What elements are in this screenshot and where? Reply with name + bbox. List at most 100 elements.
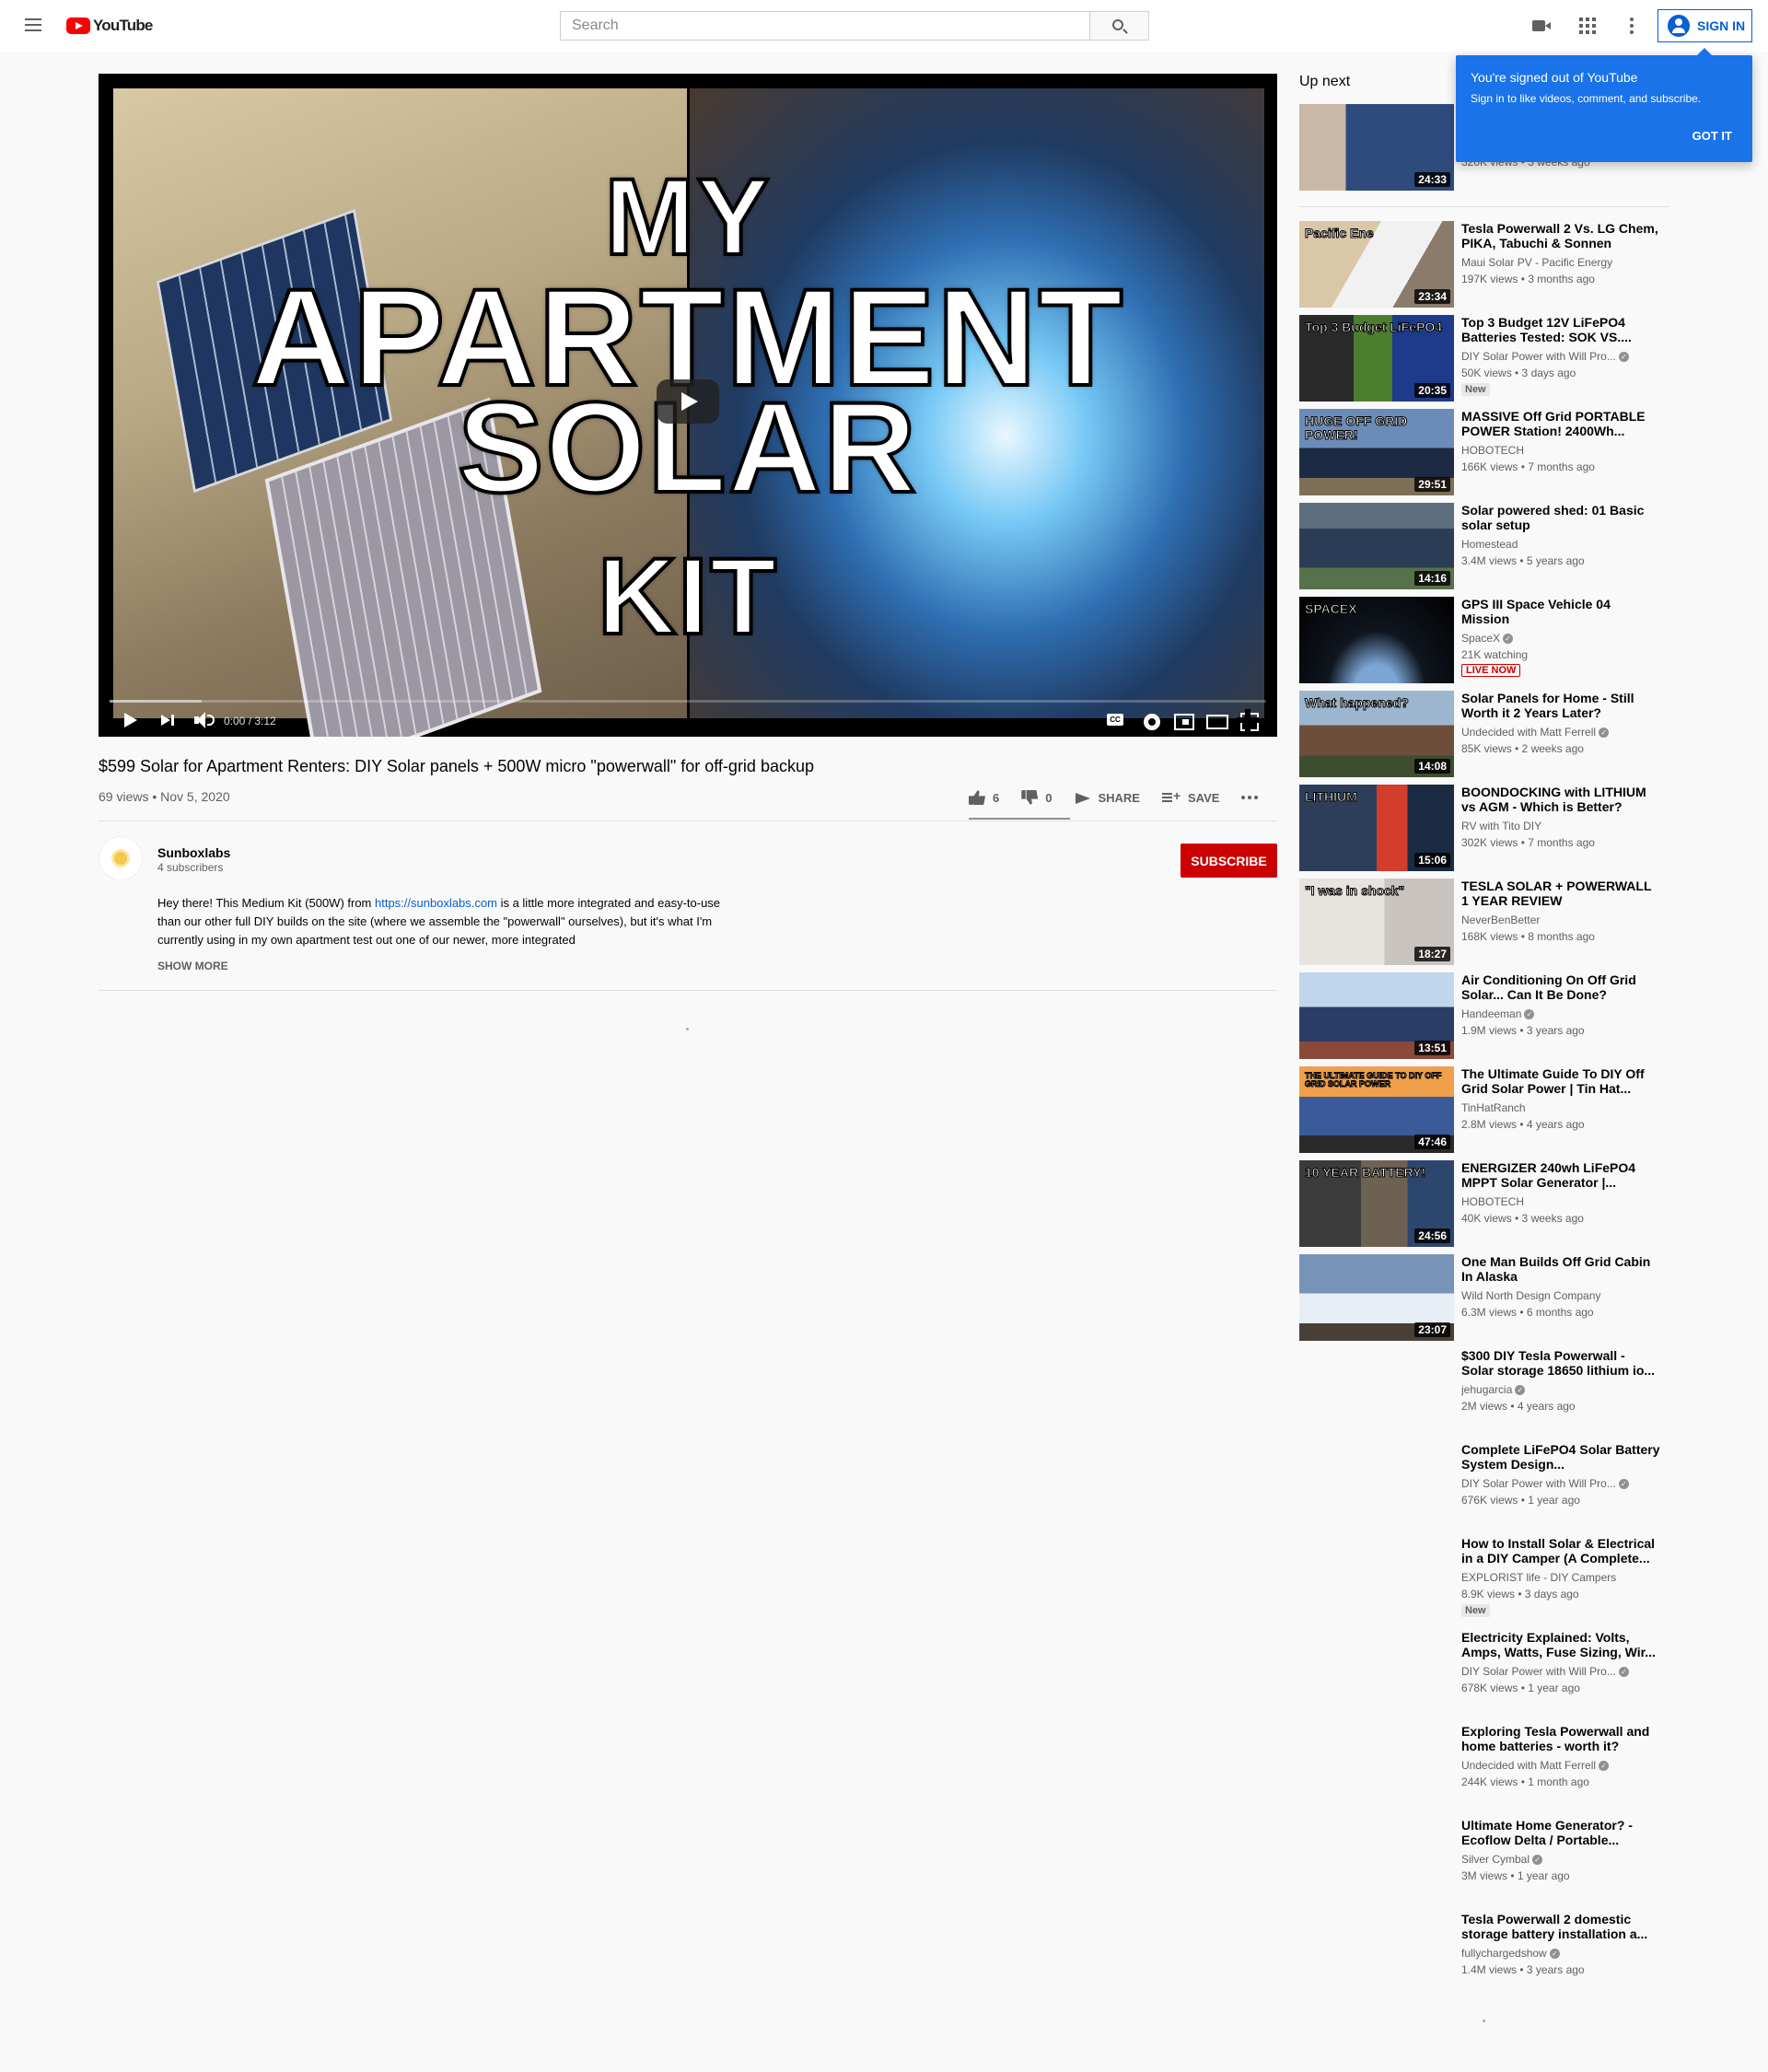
verified-icon: ✓: [1599, 728, 1610, 739]
recommended-video[interactable]: LITHIUM 15:06 BOONDOCKING with LITHIUM vs …: [1299, 785, 1669, 871]
recommended-video[interactable]: 14:16 Solar powered shed: 01 Basic solar …: [1299, 503, 1669, 589]
recommended-video[interactable]: Complete LiFePO4 Solar Battery System De…: [1299, 1442, 1669, 1529]
menu-icon[interactable]: [20, 15, 46, 37]
channel-label: DIY Solar Power with Will Pro...: [1461, 350, 1616, 363]
channel-label: HOBOTECH: [1461, 444, 1525, 457]
description-text-1: Hey there! This Medium Kit (500W) from: [157, 896, 375, 910]
channel-label: Handeeman: [1461, 1007, 1522, 1020]
channel-avatar[interactable]: [99, 836, 143, 880]
search-input[interactable]: [561, 12, 1089, 40]
youtube-logo[interactable]: YouTube: [66, 16, 153, 36]
create-video-icon[interactable]: [1530, 15, 1553, 37]
recommended-video[interactable]: 10 YEAR BATTERY! 24:56 ENERGIZER 240wh LiF…: [1299, 1160, 1669, 1247]
recommended-video[interactable]: Tesla Powerwall 2 domestic storage batte…: [1299, 1912, 1669, 1998]
verified-icon: ✓: [1524, 1009, 1535, 1020]
video-views: 197K views • 3 months ago: [1461, 273, 1595, 285]
like-button[interactable]: 6: [969, 790, 999, 805]
video-title: Tesla Powerwall 2 domestic storage batte…: [1461, 1912, 1648, 1941]
video-player[interactable]: MY APARTMENT SOLAR KIT 0:00 / 3:12: [99, 74, 1277, 737]
thumbs-down-icon: [1021, 790, 1039, 805]
thumbs-up-icon: [969, 790, 985, 805]
video-title: Exploring Tesla Powerwall and home batte…: [1461, 1724, 1650, 1753]
video-title: $599 Solar for Apartment Renters: DIY So…: [99, 757, 814, 775]
video-title: Air Conditioning On Off Grid Solar... Ca…: [1461, 972, 1636, 1002]
recommended-video[interactable]: Electricity Explained: Volts, Amps, Watt…: [1299, 1630, 1669, 1717]
video-views: 1.4M views • 3 years ago: [1461, 1963, 1585, 1976]
more-actions-icon[interactable]: [1241, 796, 1259, 799]
search-button[interactable]: [1090, 11, 1149, 41]
save-label: SAVE: [1187, 790, 1220, 805]
video-thumbnail: 24:33: [1299, 104, 1454, 191]
recommended-video[interactable]: Ultimate Home Generator? - Ecoflow Delta…: [1299, 1818, 1669, 1904]
video-thumbnail: 23:07: [1299, 1254, 1454, 1341]
apps-grid-icon[interactable]: [1576, 15, 1599, 37]
video-views: 2M views • 4 years ago: [1461, 1400, 1576, 1413]
settings-more-icon[interactable]: [1621, 15, 1643, 37]
recommended-video[interactable]: "I was in shock" 18:27 TESLA SOLAR + POWER…: [1299, 879, 1669, 965]
description-link[interactable]: https://sunboxlabs.com: [375, 896, 497, 910]
recommended-video[interactable]: How to Install Solar & Electrical in a D…: [1299, 1536, 1669, 1623]
channel-name: DIY Solar Power with Will Pro... ✓: [1461, 1477, 1660, 1490]
recommended-video[interactable]: THE ULTIMATE GUIDE TO DIY OFF GRID SOLAR…: [1299, 1066, 1669, 1153]
duration-badge: 24:33: [1414, 172, 1450, 187]
channel-label: DIY Solar Power with Will Pro...: [1461, 1665, 1616, 1678]
video-views: 166K views • 7 months ago: [1461, 460, 1595, 473]
channel-name: NeverBenBetter: [1461, 914, 1660, 926]
video-title: Tesla Powerwall 2 Vs. LG Chem, PIKA, Tab…: [1461, 221, 1658, 250]
video-title: BOONDOCKING with LITHIUM vs AGM - Which …: [1461, 785, 1646, 814]
thumbnail-caption: What happened?: [1305, 695, 1410, 710]
buffered-bar: [110, 700, 203, 703]
dislike-button[interactable]: 0: [1021, 790, 1052, 805]
channel-label: Wild North Design Company: [1461, 1289, 1601, 1302]
recommended-video[interactable]: 23:07 One Man Builds Off Grid Cabin In Al…: [1299, 1254, 1669, 1341]
recommended-video[interactable]: HUGE OFF GRID POWER! 29:51 MASSIVE Off Gri…: [1299, 409, 1669, 495]
recommended-video[interactable]: SPACEX GPS III Space Vehicle 04 Mission Sp…: [1299, 597, 1669, 683]
channel-name: Undecided with Matt Ferrell ✓: [1461, 726, 1660, 739]
channel-label: Undecided with Matt Ferrell: [1461, 726, 1597, 739]
sentiment-bar: [969, 818, 1070, 820]
playlist-add-icon: [1161, 788, 1181, 804]
channel-label: DIY Solar Power with Will Pro...: [1461, 1477, 1616, 1490]
captions-icon[interactable]: [1107, 707, 1125, 733]
video-actions: 6 0 SHARE SAVE: [969, 786, 1259, 809]
subscribe-button[interactable]: SUBSCRIBE: [1181, 844, 1277, 878]
play-icon[interactable]: [121, 707, 139, 733]
large-play-button[interactable]: [657, 379, 719, 424]
share-icon: [1074, 791, 1091, 804]
recommended-video[interactable]: 13:51 Air Conditioning On Off Grid Solar.…: [1299, 972, 1669, 1059]
save-button[interactable]: SAVE: [1161, 788, 1220, 805]
channel-label: NeverBenBetter: [1461, 914, 1541, 926]
video-views: 2.8M views • 4 years ago: [1461, 1118, 1585, 1131]
channel-label: fullychargedshow: [1461, 1947, 1547, 1960]
progress-bar[interactable]: [110, 700, 1266, 703]
channel-name: HOBOTECH: [1461, 444, 1660, 457]
sign-in-button[interactable]: SIGN IN: [1658, 9, 1752, 42]
loading-spinner: [1483, 2020, 1485, 2022]
thumbnail-caption: SPACEX: [1305, 601, 1358, 616]
recommended-video[interactable]: Pacific Ene 23:34 Tesla Powerwall 2 Vs. LG…: [1299, 221, 1669, 308]
video-thumbnail: 10 YEAR BATTERY! 24:56: [1299, 1160, 1454, 1247]
recommended-video[interactable]: What happened? 14:08 Solar Panels for Home…: [1299, 691, 1669, 777]
channel-name: Silver Cymbal ✓: [1461, 1853, 1660, 1866]
live-badge: LIVE NOW: [1461, 664, 1521, 677]
volume-icon[interactable]: [192, 707, 215, 733]
video-views: 678K views • 1 year ago: [1461, 1682, 1580, 1694]
channel-name: EXPLORIST life - DIY Campers: [1461, 1571, 1660, 1584]
next-icon[interactable]: [159, 707, 178, 733]
account-icon: [1668, 15, 1690, 37]
got-it-button[interactable]: GOT IT: [1692, 129, 1732, 143]
share-button[interactable]: SHARE: [1074, 791, 1140, 805]
settings-gear-icon[interactable]: [1140, 707, 1160, 733]
show-more-button[interactable]: SHOW MORE: [157, 960, 228, 972]
recommended-video[interactable]: Top 3 Budget LiFePO4 20:35 Top 3 Budget 12…: [1299, 315, 1669, 402]
thumbnail-caption: HUGE OFF GRID POWER!: [1305, 413, 1408, 442]
fullscreen-icon[interactable]: [1237, 707, 1259, 733]
miniplayer-icon[interactable]: [1173, 707, 1194, 733]
channel-name[interactable]: Sunboxlabs: [157, 845, 230, 860]
channel-name: Maui Solar PV - Pacific Energy: [1461, 256, 1660, 269]
channel-name: SpaceX ✓: [1461, 632, 1660, 645]
recommended-video[interactable]: $300 DIY Tesla Powerwall - Solar storage…: [1299, 1348, 1669, 1435]
theater-mode-icon[interactable]: [1205, 707, 1228, 733]
recommended-video[interactable]: Exploring Tesla Powerwall and home batte…: [1299, 1724, 1669, 1810]
channel-name: TinHatRanch: [1461, 1101, 1660, 1114]
